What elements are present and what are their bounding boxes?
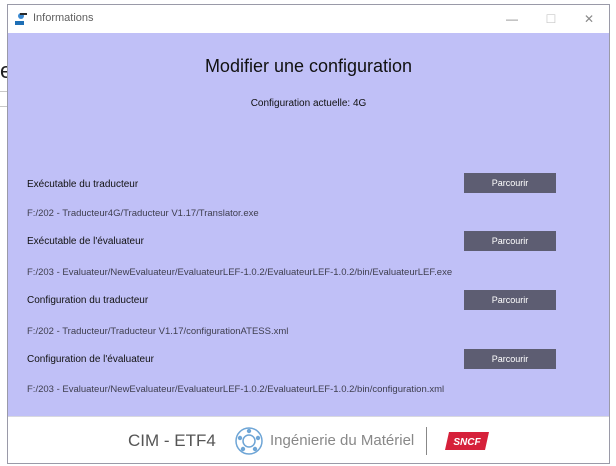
browse-translator-configuration-button[interactable]: Parcourir [464,290,556,310]
svg-text:SNCF: SNCF [453,437,481,448]
translator-executable-label: Exécutable du traducteur [27,179,139,190]
evaluator-executable-label: Exécutable de l'évaluateur [27,236,144,247]
page-title: Modifier une configuration [204,56,413,76]
browse-evaluator-executable-button[interactable]: Parcourir [464,231,556,251]
browse-evaluator-configuration-button[interactable]: Parcourir [464,349,556,369]
network-logo-icon [235,427,263,455]
footer-divider [426,427,427,455]
footer-banner: CIM - ETF4 Ingénierie du Matériel SNCF [8,416,609,463]
translator-configuration-path: F:/202 - Traducteur/Traducteur V1.17/con… [27,326,289,337]
maximize-icon[interactable]: ☐ [533,5,569,33]
browse-translator-executable-button[interactable]: Parcourir [464,173,556,193]
evaluator-configuration-path: F:/203 - Evaluateur/NewEvaluateur/Evalua… [27,384,445,395]
evaluator-configuration-label: Configuration de l'évaluateur [27,354,154,365]
footer-cim-text: CIM - ETF4 [128,431,216,450]
evaluator-executable-path: F:/203 - Evaluateur/NewEvaluateur/Evalua… [27,267,453,278]
informations-window: Informations — ☐ ✕ Modifier une configur… [7,4,610,464]
sncf-logo: SNCF [445,432,489,450]
close-icon[interactable]: ✕ [571,5,607,33]
window-title: Informations [33,12,94,24]
translator-configuration-label: Configuration du traducteur [27,295,149,306]
footer-ingenierie-text: Ingénierie du Matériel [270,432,415,449]
current-configuration: Configuration actuelle: 4G [250,98,367,109]
app-icon [15,13,27,25]
dialog-content: Modifier une configuration Configuration… [8,33,609,416]
title-bar[interactable]: Informations — ☐ ✕ [8,5,609,33]
translator-executable-path: F:/202 - Traducteur4G/Traducteur V1.17/T… [27,208,259,219]
minimize-icon[interactable]: — [494,5,530,33]
